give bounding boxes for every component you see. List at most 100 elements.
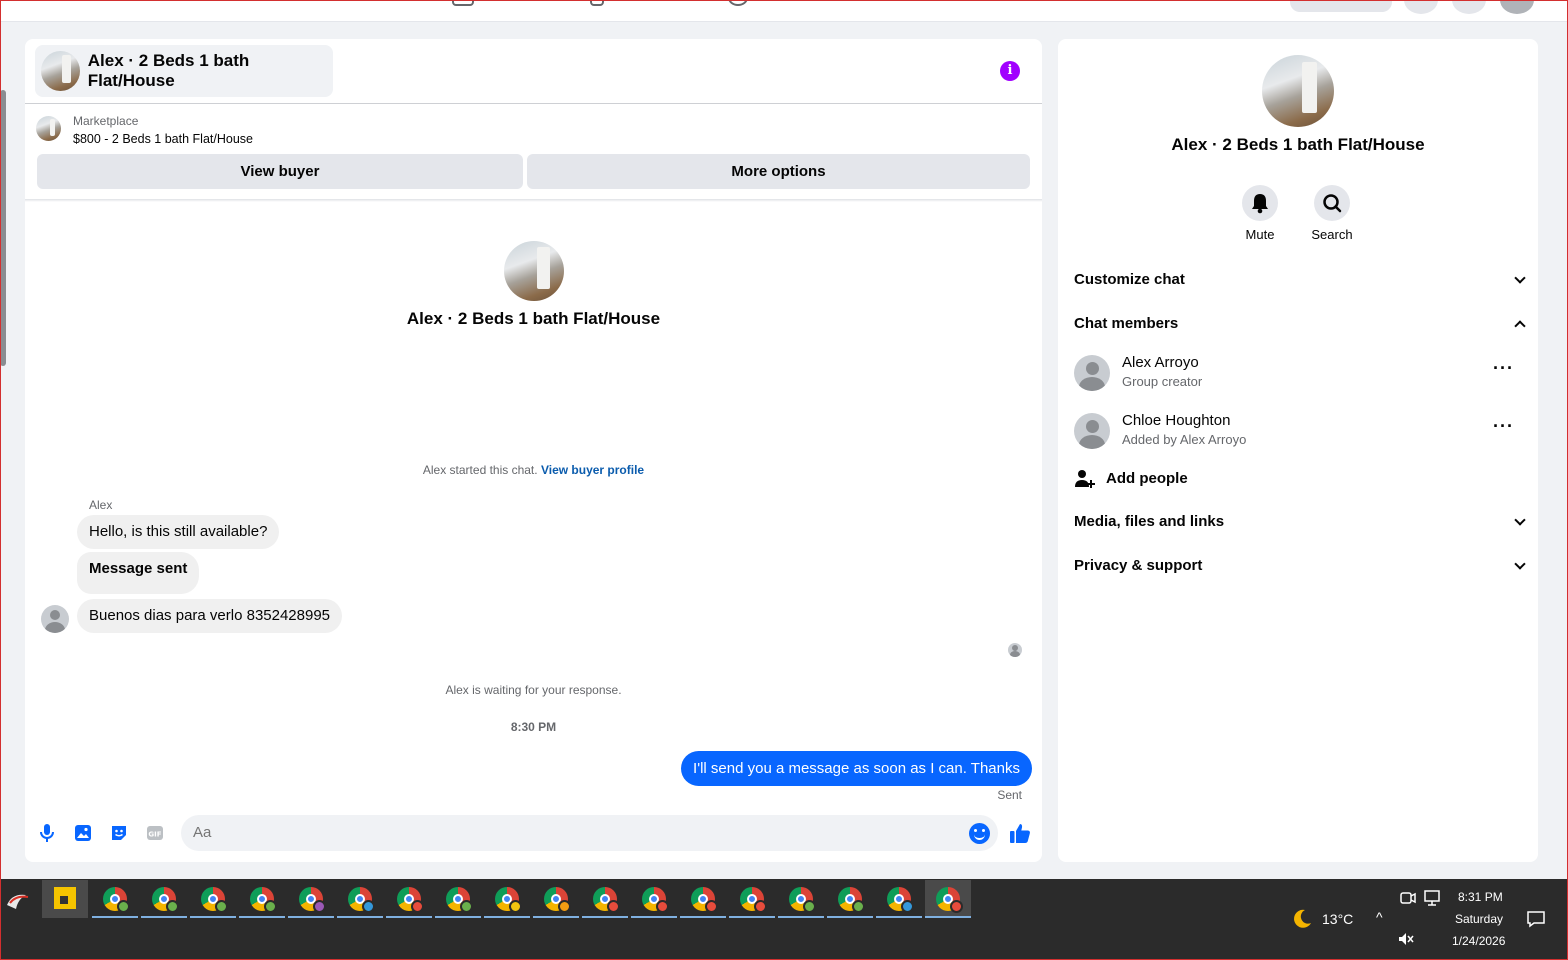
network-icon[interactable]	[1422, 889, 1442, 907]
message-input[interactable]	[181, 815, 998, 851]
chrome-window-button[interactable]	[190, 880, 236, 918]
add-people-label: Add people	[1106, 470, 1188, 487]
outgoing-message[interactable]: I'll send you a message as soon as I can…	[681, 751, 1032, 786]
chat-details-panel: Alex · 2 Beds 1 bath Flat/House Mute Sea…	[1058, 39, 1538, 862]
chevron-down-icon	[1514, 558, 1526, 570]
sticker-icon[interactable]	[109, 823, 129, 843]
header-shadow	[25, 199, 1042, 202]
chrome-window-button[interactable]	[337, 880, 383, 918]
read-receipt-avatar	[1008, 643, 1022, 657]
more-options-button[interactable]: More options	[527, 154, 1030, 189]
chrome-window-button[interactable]	[288, 880, 334, 918]
chevron-up-icon	[1514, 320, 1526, 332]
profile-badge-icon	[313, 900, 326, 913]
incoming-message[interactable]: Buenos dias para verlo 8352428995	[77, 599, 343, 633]
photo-icon[interactable]	[73, 823, 93, 843]
profile-badge-icon	[754, 900, 767, 913]
gif-icon[interactable]: GIF	[145, 823, 165, 843]
chrome-window-button[interactable]	[680, 880, 726, 918]
svg-text:GIF: GIF	[148, 831, 161, 839]
profile-badge-icon	[558, 900, 571, 913]
incoming-message[interactable]: Hello, is this still available?	[77, 515, 280, 549]
waiting-notice: Alex is waiting for your response.	[445, 683, 622, 697]
start-icon[interactable]	[4, 887, 32, 915]
marketplace-thumbnail[interactable]	[36, 116, 61, 141]
listing-price-title[interactable]: $800 - 2 Beds 1 bath Flat/House	[73, 132, 253, 146]
sticky-notes-icon[interactable]	[42, 880, 88, 918]
top-navigation-bar	[0, 0, 1568, 22]
chrome-window-button[interactable]	[778, 880, 824, 918]
view-buyer-profile-link[interactable]: View buyer profile	[541, 463, 644, 477]
menu-icon[interactable]	[1404, 0, 1438, 14]
groups-nav-icon[interactable]	[590, 0, 604, 6]
chat-header-button[interactable]: Alex · 2 Beds 1 bath Flat/House	[35, 45, 333, 97]
chrome-window-button[interactable]	[141, 880, 187, 918]
marketplace-nav-icon[interactable]	[452, 0, 474, 6]
create-button[interactable]	[1290, 0, 1392, 12]
media-files-links-label: Media, files and links	[1074, 513, 1225, 530]
chrome-window-button[interactable]	[729, 880, 775, 918]
chrome-window-button[interactable]	[92, 880, 138, 918]
chrome-window-button[interactable]	[386, 880, 432, 918]
member-avatar[interactable]	[1074, 355, 1110, 391]
message-status: Sent	[997, 788, 1022, 802]
privacy-support-label: Privacy & support	[1074, 557, 1203, 574]
clock-day[interactable]: Saturday	[1455, 912, 1503, 926]
gaming-nav-icon[interactable]	[728, 0, 748, 6]
mute-label: Mute	[1245, 227, 1275, 242]
search-button[interactable]: Search	[1302, 185, 1362, 242]
member-row[interactable]: Chloe Houghton Added by Alex Arroyo ···	[1074, 411, 1524, 451]
bell-icon[interactable]	[1242, 185, 1278, 221]
media-files-links-section[interactable]: Media, files and links	[1074, 507, 1526, 537]
chrome-window-button[interactable]	[631, 880, 677, 918]
chrome-window-button[interactable]	[239, 880, 285, 918]
thumbs-up-icon[interactable]	[1008, 821, 1032, 845]
emoji-icon[interactable]	[969, 823, 990, 844]
chrome-window-button[interactable]	[484, 880, 530, 918]
member-role: Group creator	[1122, 374, 1203, 389]
mute-button[interactable]: Mute	[1230, 185, 1290, 242]
view-buyer-button[interactable]: View buyer	[37, 154, 523, 189]
customize-chat-section[interactable]: Customize chat	[1074, 265, 1526, 295]
chat-members-section[interactable]: Chat members	[1074, 309, 1526, 339]
privacy-support-section[interactable]: Privacy & support	[1074, 551, 1526, 581]
account-avatar[interactable]	[1500, 0, 1534, 14]
clock-time[interactable]: 8:31 PM	[1458, 890, 1503, 904]
search-icon[interactable]	[1314, 185, 1350, 221]
chrome-window-button[interactable]	[827, 880, 873, 918]
member-avatar[interactable]	[1074, 413, 1110, 449]
profile-badge-icon	[509, 900, 522, 913]
chevron-down-icon	[1514, 514, 1526, 526]
more-icon[interactable]: ···	[1493, 417, 1514, 435]
conversation-avatar	[504, 241, 564, 301]
microphone-icon[interactable]	[37, 823, 57, 843]
chrome-window-button[interactable]	[533, 880, 579, 918]
notification-center-icon[interactable]	[1526, 909, 1546, 929]
chevron-up-icon[interactable]: ^	[1376, 909, 1383, 925]
profile-badge-icon	[852, 900, 865, 913]
chat-panel: Alex · 2 Beds 1 bath Flat/House i Market…	[25, 39, 1042, 862]
chat-photo[interactable]	[1262, 55, 1334, 127]
notifications-icon[interactable]	[1452, 0, 1486, 14]
volume-muted-icon[interactable]	[1397, 931, 1415, 947]
scrollbar[interactable]	[0, 90, 6, 366]
chrome-window-button[interactable]	[925, 880, 971, 918]
sender-name: Alex	[89, 498, 113, 512]
more-icon[interactable]: ···	[1493, 359, 1514, 377]
chat-members-label: Chat members	[1074, 315, 1179, 332]
chrome-window-button[interactable]	[876, 880, 922, 918]
chrome-window-button[interactable]	[435, 880, 481, 918]
member-row[interactable]: Alex Arroyo Group creator ···	[1074, 353, 1524, 393]
meet-now-icon[interactable]	[1399, 889, 1417, 907]
chat-details-title: Alex · 2 Beds 1 bath Flat/House	[1171, 135, 1425, 154]
weather-temperature[interactable]: 13°C	[1322, 911, 1353, 927]
member-name: Chloe Houghton	[1122, 412, 1231, 429]
sender-avatar[interactable]	[41, 605, 69, 633]
customize-chat-label: Customize chat	[1074, 271, 1185, 288]
chrome-window-button[interactable]	[582, 880, 628, 918]
profile-badge-icon	[411, 900, 424, 913]
clock-date[interactable]: 1/24/2026	[1452, 934, 1505, 948]
incoming-message[interactable]: Message sent	[77, 552, 200, 594]
info-icon[interactable]: i	[1000, 61, 1020, 81]
add-people-button[interactable]: Add people	[1074, 467, 1188, 491]
